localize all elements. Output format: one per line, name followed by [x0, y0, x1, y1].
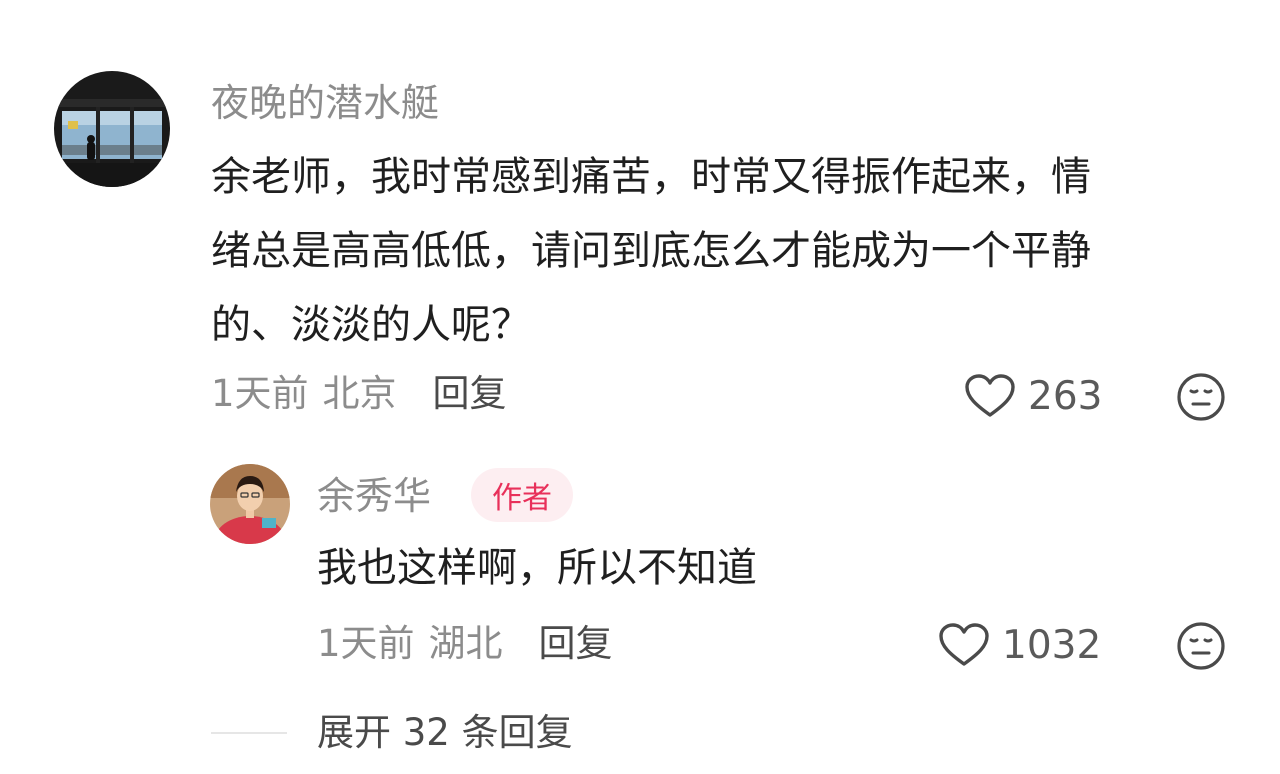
- expand-replies-button[interactable]: 展开 32 条回复: [317, 714, 573, 751]
- like-count: 1032: [1002, 622, 1102, 668]
- reply-time: 1天前: [317, 622, 415, 665]
- author-badge: 作者: [471, 468, 573, 522]
- author-username[interactable]: 余秀华: [317, 477, 431, 515]
- comment-text-line: 余老师，我时常感到痛苦，时常又得振作起来，情: [211, 154, 1091, 200]
- author-avatar[interactable]: [210, 464, 290, 544]
- like-button[interactable]: 263: [964, 373, 1102, 419]
- heart-outline-icon: [939, 623, 989, 666]
- reply-text-line: 我也这样啊，所以不知道: [317, 545, 757, 591]
- neutral-face-icon[interactable]: [1176, 621, 1226, 671]
- reply-text: 我也这样啊，所以不知道: [317, 531, 757, 605]
- comment-location: 北京: [322, 372, 397, 415]
- comment-text-line: 的、淡淡的人呢？: [211, 302, 531, 348]
- reply-button[interactable]: 回复: [433, 375, 507, 412]
- comment-text: 余老师，我时常感到痛苦，时常又得振作起来，情 绪总是高高低低，请问到底怎么才能成…: [211, 140, 1091, 362]
- comment-meta: 1天前 北京 回复: [211, 375, 507, 412]
- reply-button[interactable]: 回复: [539, 625, 613, 662]
- comment-time: 1天前: [211, 372, 309, 415]
- like-count: 263: [1028, 373, 1103, 419]
- expand-divider: [211, 732, 287, 734]
- heart-outline-icon: [965, 374, 1015, 417]
- comment-text-line: 绪总是高高低低，请问到底怎么才能成为一个平静: [211, 228, 1091, 274]
- like-button[interactable]: 1032: [938, 622, 1101, 668]
- neutral-face-icon[interactable]: [1176, 372, 1226, 422]
- commenter-avatar[interactable]: [54, 71, 170, 187]
- reply-meta: 1天前 湖北 回复: [317, 625, 613, 662]
- commenter-username[interactable]: 夜晚的潜水艇: [211, 84, 439, 122]
- reply-location: 湖北: [428, 622, 503, 665]
